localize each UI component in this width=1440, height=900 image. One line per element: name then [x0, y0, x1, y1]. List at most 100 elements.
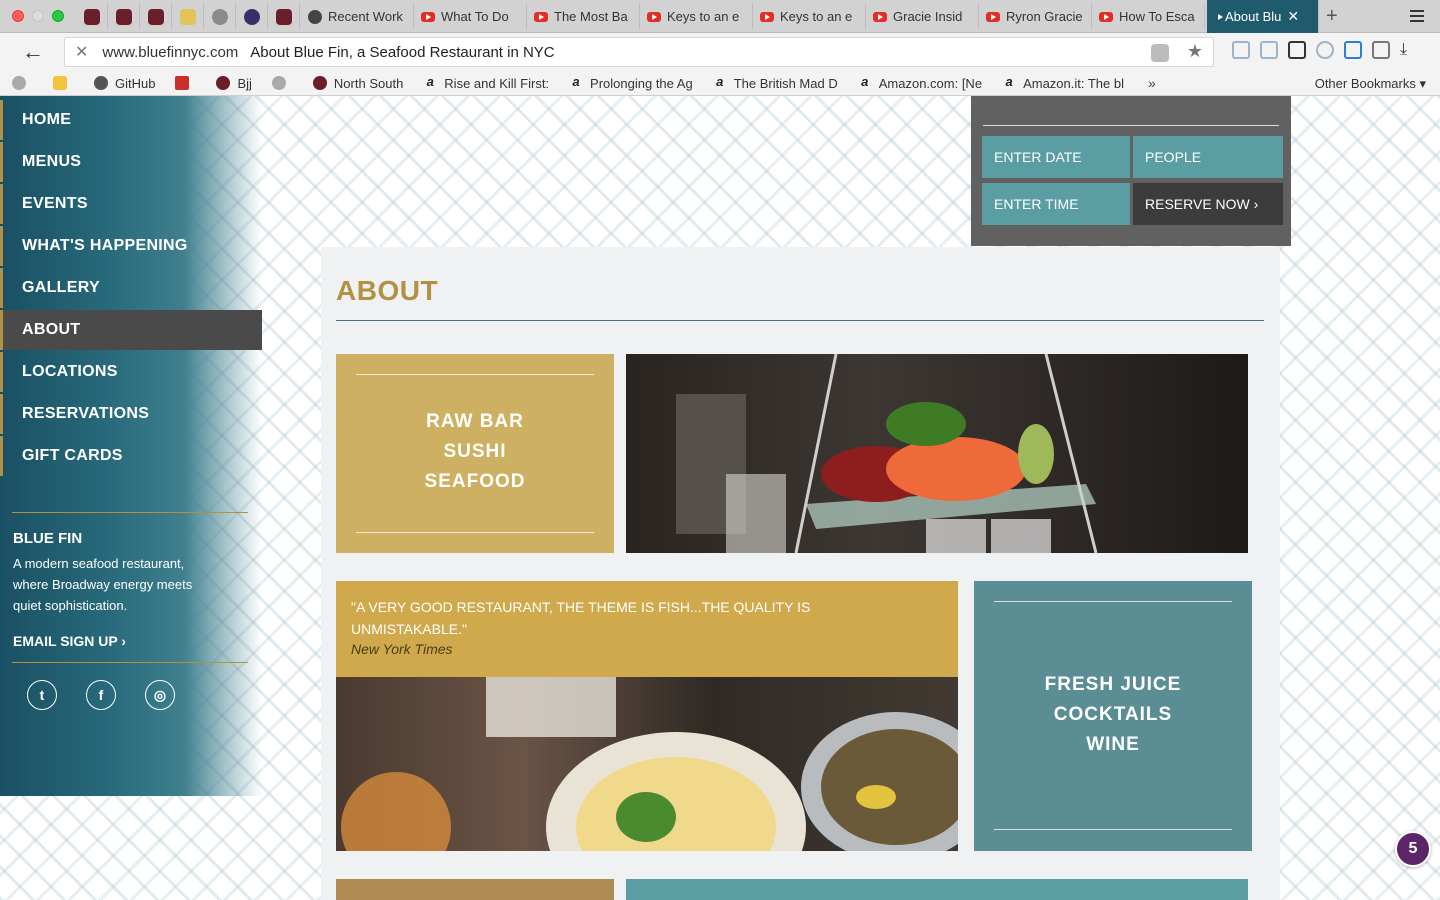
nav-item-about[interactable]: ABOUT	[0, 310, 262, 350]
bookmark[interactable]	[271, 76, 293, 90]
chat-badge-button[interactable]: 5	[1395, 831, 1431, 867]
tab[interactable]: Gracie Insid	[867, 4, 979, 29]
twitter-icon[interactable]: t	[27, 680, 57, 710]
site-icon	[53, 76, 67, 90]
youtube-icon	[1099, 11, 1113, 22]
tab[interactable]: How To Esca	[1093, 4, 1205, 29]
people-field[interactable]: PEOPLE	[1133, 136, 1283, 178]
youtube-icon	[873, 11, 887, 22]
tab[interactable]: The Most Ba	[528, 4, 640, 29]
bookmark[interactable]: GitHub	[94, 76, 155, 91]
enter-date-field[interactable]: ENTER DATE	[982, 136, 1130, 178]
screenshot-icon[interactable]	[1288, 41, 1306, 59]
other-bookmarks-label: Other Bookmarks	[1314, 76, 1416, 91]
bookmark-label: The British Mad D	[733, 75, 838, 91]
next-tile	[626, 879, 1248, 900]
minimize-window-button[interactable]	[32, 10, 44, 22]
extension-icon[interactable]	[1232, 41, 1250, 59]
other-bookmarks[interactable]: Other Bookmarks ▾	[1315, 76, 1426, 92]
pinned-tab[interactable]	[76, 4, 108, 29]
tab-label: What To Do	[441, 9, 509, 24]
tile-line: SUSHI	[443, 441, 507, 462]
new-tab-button[interactable]: +	[1326, 5, 1338, 28]
back-button[interactable]: ←	[22, 39, 44, 65]
site-icon	[275, 8, 292, 25]
pinned-tab[interactable]	[204, 4, 236, 29]
pinned-tab[interactable]	[268, 4, 300, 29]
extension-icon[interactable]	[1316, 41, 1334, 59]
brand-name: BLUE FIN	[13, 530, 83, 547]
food-photo	[336, 677, 958, 851]
close-window-button[interactable]	[12, 10, 24, 22]
pinned-tab[interactable]	[236, 4, 268, 29]
youtube-icon	[534, 11, 548, 22]
bookmark[interactable]: North South	[312, 76, 403, 91]
bookmark[interactable]: a Amazon.com: [Ne	[858, 76, 982, 91]
folder-icon	[216, 76, 231, 90]
url-domain: www.bluefinnyc.com	[102, 43, 239, 61]
tab-label: Gracie Insid	[893, 9, 963, 24]
nav-item-locations[interactable]: LOCATIONS	[0, 352, 262, 392]
facebook-icon[interactable]: f	[86, 680, 116, 710]
extension-icon[interactable]	[1344, 41, 1362, 59]
tile-line: WINE	[1086, 734, 1140, 755]
chevron-right-icon: ›	[121, 633, 127, 649]
more-bookmarks-icon[interactable]: »	[1148, 75, 1156, 91]
tab-label: How To Esca	[1119, 9, 1195, 24]
nav-item-reservations[interactable]: RESERVATIONS	[0, 394, 262, 434]
email-signup-link[interactable]: EMAIL SIGN UP ›	[13, 633, 126, 649]
main-nav: HOME MENUS EVENTS WHAT'S HAPPENING GALLE…	[0, 100, 262, 478]
site-icon	[115, 8, 132, 25]
nav-item-gallery[interactable]: GALLERY	[0, 268, 262, 308]
bookmark[interactable]: Bjj	[216, 76, 252, 91]
nav-item-gift-cards[interactable]: GIFT CARDS	[0, 436, 262, 476]
bookmark-label: Amazon.it: The bl	[1023, 75, 1124, 91]
pinned-tab[interactable]	[108, 4, 140, 29]
pinned-tab[interactable]	[140, 4, 172, 29]
bookmark[interactable]	[12, 76, 33, 90]
bookmark[interactable]: a Rise and Kill First:	[423, 76, 549, 91]
menu-icon[interactable]	[1410, 10, 1424, 25]
close-tab-icon[interactable]: ✕	[1287, 8, 1299, 25]
bookmark[interactable]: a Amazon.it: The bl	[1002, 76, 1124, 91]
tile-line: COCKTAILS	[1053, 704, 1173, 725]
bookmark[interactable]	[175, 76, 196, 90]
tab[interactable]: Keys to an e	[641, 4, 753, 29]
tab-active[interactable]: About Blu ✕	[1207, 0, 1319, 33]
quote-text: "A VERY GOOD RESTAURANT, THE THEME IS FI…	[351, 599, 811, 637]
cat-icon	[271, 76, 286, 90]
tab[interactable]: Keys to an e	[754, 4, 866, 29]
amazon-icon: a	[716, 75, 724, 89]
tile-line: SEAFOOD	[424, 471, 526, 492]
address-bar[interactable]: ✕ www.bluefinnyc.com About Blue Fin, a S…	[64, 37, 1214, 67]
nav-item-whats-happening[interactable]: WHAT'S HAPPENING	[0, 226, 262, 266]
bookmark-label: Amazon.com: [Ne	[878, 75, 983, 91]
maximize-window-button[interactable]	[52, 10, 64, 22]
enter-time-field[interactable]: ENTER TIME	[982, 183, 1130, 225]
tab-label: About Blu	[1225, 9, 1282, 24]
bookmark-star-icon[interactable]: ★	[1187, 41, 1203, 62]
nav-item-menus[interactable]: MENUS	[0, 142, 262, 182]
bookmark[interactable]: a The British Mad D	[713, 76, 838, 91]
nav-item-home[interactable]: HOME	[0, 100, 262, 140]
about-section: ABOUT RAW BAR SUSHI SEAFOOD "A VERY GOOD…	[321, 247, 1280, 900]
download-icon[interactable]: ⤓	[1400, 41, 1418, 59]
tab[interactable]: What To Do	[415, 4, 527, 29]
tab[interactable]: Ryron Gracie	[980, 4, 1092, 29]
extension-icon[interactable]	[1151, 44, 1169, 62]
bookmark[interactable]: a Prolonging the Ag	[569, 76, 692, 91]
reserve-now-button[interactable]: RESERVE NOW ›	[1133, 183, 1283, 225]
bookmark[interactable]	[53, 76, 74, 90]
tab[interactable]: Recent Work	[302, 4, 414, 29]
extension-icon[interactable]	[1372, 41, 1390, 59]
sashimi-image	[676, 354, 1098, 553]
nav-item-events[interactable]: EVENTS	[0, 184, 262, 224]
stop-icon[interactable]: ✕	[75, 42, 88, 62]
tile-line: RAW BAR	[426, 411, 524, 432]
reserve-now-label: RESERVE NOW	[1145, 196, 1250, 212]
instagram-icon[interactable]: ◎	[145, 680, 175, 710]
review-quote: "A VERY GOOD RESTAURANT, THE THEME IS FI…	[336, 581, 958, 677]
pinned-tab[interactable]	[172, 4, 204, 29]
extension-icon[interactable]	[1260, 41, 1278, 59]
section-title: ABOUT	[336, 275, 439, 306]
